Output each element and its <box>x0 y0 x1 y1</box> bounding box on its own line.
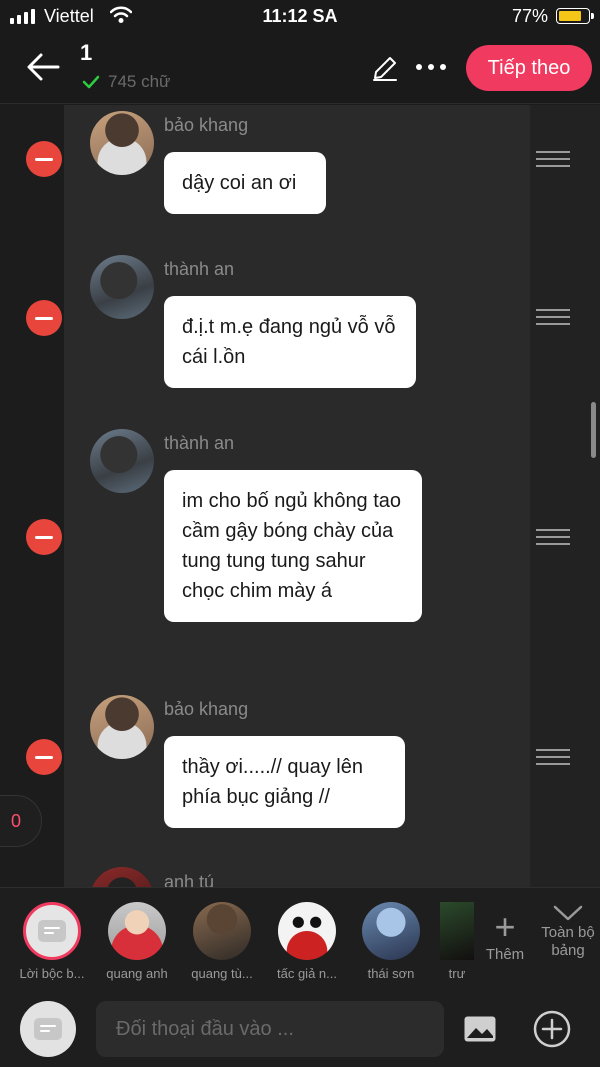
character-label: tấc giả n... <box>277 966 337 981</box>
avatar <box>193 902 251 960</box>
back-arrow-icon[interactable] <box>26 52 60 82</box>
drag-handle-icon[interactable] <box>536 749 570 765</box>
word-count-label: 745 chữ <box>108 72 171 91</box>
delete-line-button[interactable] <box>26 739 62 775</box>
check-icon <box>82 75 100 89</box>
avatar[interactable] <box>90 695 154 759</box>
clock: 11:12 SA <box>262 6 338 26</box>
drag-handle-icon[interactable] <box>536 151 570 167</box>
narration-icon[interactable] <box>20 1001 76 1057</box>
narration-icon <box>23 902 81 960</box>
avatar <box>278 902 336 960</box>
all-board-button[interactable]: Toàn bộ bảng <box>536 904 600 960</box>
message-bubble[interactable]: im cho bố ngủ không tao cầm gậy bóng chà… <box>164 470 422 622</box>
speaker-name: thành an <box>164 259 235 279</box>
delete-line-button[interactable] <box>26 141 62 177</box>
speaker-name: bảo khang <box>164 115 249 135</box>
avatar[interactable] <box>90 429 154 493</box>
next-button[interactable]: Tiếp theo <box>466 45 592 91</box>
character-label: thái sơn <box>367 966 415 981</box>
character-label: Lời bộc b... <box>19 966 85 981</box>
speaker-name: bảo khang <box>164 699 249 719</box>
delete-line-button[interactable] <box>26 300 62 336</box>
battery-fill <box>559 11 581 21</box>
speaker-name: thành an <box>164 433 235 453</box>
dialogue-list[interactable]: bảo khang dậy coi an ơi thành an đ.ị.t m… <box>0 105 600 887</box>
reorder-column <box>530 105 600 887</box>
add-character-label: Thêm <box>485 946 525 963</box>
character-item[interactable]: tấc giả n... <box>270 902 344 981</box>
delete-line-button[interactable] <box>26 519 62 555</box>
dialogue-input[interactable]: Đối thoại đầu vào ... <box>96 1001 444 1057</box>
character-label: trư <box>448 966 466 981</box>
status-bar: Viettel 11:12 SA 77% <box>0 0 600 34</box>
battery-percent: 77% <box>511 6 548 26</box>
editor-header: 1 745 chữ Tiếp theo <box>0 34 600 104</box>
character-item[interactable]: thái sơn <box>354 902 428 981</box>
pencil-icon[interactable] <box>371 54 399 82</box>
character-label: quang anh <box>106 966 168 981</box>
word-count: 745 chữ <box>82 72 170 92</box>
avatar[interactable] <box>90 255 154 319</box>
chevron-down-icon <box>553 905 583 921</box>
add-character-button[interactable]: + Thêm <box>482 906 528 964</box>
message-bubble[interactable]: đ.ị.t m.ẹ đang ngủ vỗ vỗ cái l.ồn <box>164 296 416 388</box>
avatar <box>440 902 474 960</box>
avatar <box>362 902 420 960</box>
drag-handle-icon[interactable] <box>536 529 570 545</box>
side-counter[interactable]: 0 <box>0 795 42 847</box>
character-label: quang tù... <box>191 966 253 981</box>
chapter-title: 1 <box>80 40 93 65</box>
add-circle-icon[interactable] <box>532 1009 572 1049</box>
message-bubble[interactable]: thầy ơi.....// quay lên phía bục giảng /… <box>164 736 405 828</box>
character-tray: Lời bộc b... quang anh quang tù... tấc g… <box>0 887 600 987</box>
more-options-icon[interactable] <box>416 64 446 70</box>
scrollbar[interactable] <box>591 402 596 458</box>
message-bubble[interactable]: dậy coi an ơi <box>164 152 326 214</box>
plus-icon: + <box>494 906 516 947</box>
speaker-name: anh tú <box>164 872 215 887</box>
battery-icon <box>556 8 594 24</box>
character-item[interactable]: quang tù... <box>185 902 259 981</box>
all-board-label: Toàn bộ bảng <box>541 924 595 959</box>
avatar[interactable] <box>90 111 154 175</box>
avatar <box>108 902 166 960</box>
drag-handle-icon[interactable] <box>536 309 570 325</box>
character-item[interactable]: quang anh <box>100 902 174 981</box>
character-narration[interactable]: Lời bộc b... <box>15 902 89 981</box>
character-item[interactable]: trư <box>440 902 474 981</box>
composer: Đối thoại đầu vào ... <box>0 987 600 1067</box>
image-icon[interactable] <box>463 1015 497 1043</box>
